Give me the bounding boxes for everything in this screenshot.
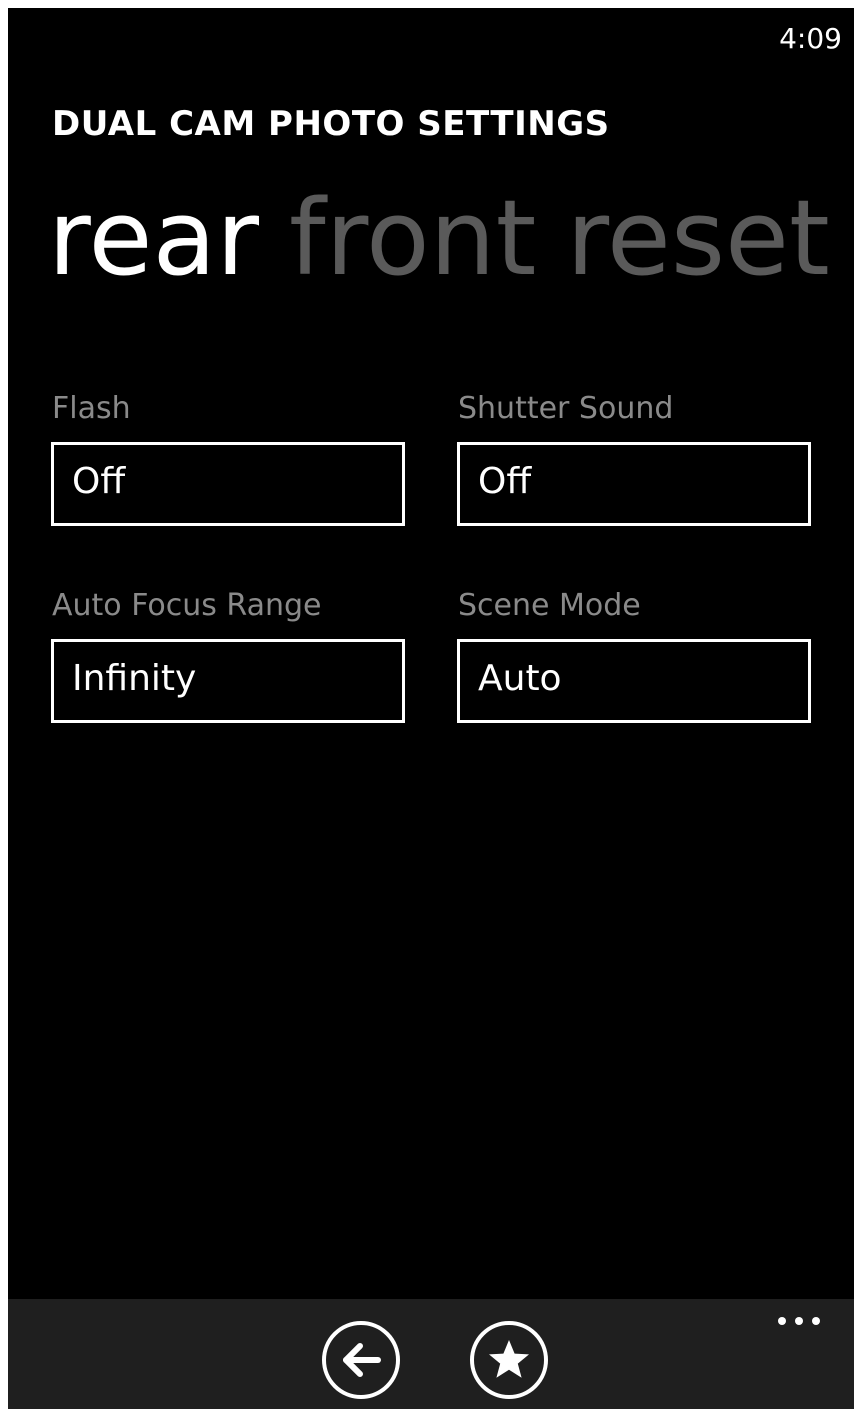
star-icon xyxy=(489,1340,529,1378)
scene-mode-value: Auto xyxy=(478,658,562,699)
phone-screen: 4:09 DUAL CAM PHOTO SETTINGS rear front re… xyxy=(8,8,854,1409)
shutter-sound-picker[interactable]: Off xyxy=(457,442,811,526)
favorite-button[interactable] xyxy=(470,1321,548,1399)
shutter-sound-label: Shutter Sound xyxy=(458,391,674,426)
flash-value: Off xyxy=(72,461,126,502)
scene-mode-label: Scene Mode xyxy=(458,588,641,623)
ellipsis-icon[interactable] xyxy=(774,1311,824,1331)
back-arrow-icon xyxy=(343,1343,381,1377)
pivot-item-front[interactable]: front xyxy=(289,168,536,308)
flash-label: Flash xyxy=(52,391,131,426)
pivot-item-rear[interactable]: rear xyxy=(48,168,259,308)
shutter-sound-value: Off xyxy=(478,461,532,502)
pivot-item-reset[interactable]: reset xyxy=(566,168,829,308)
app-title: DUAL CAM PHOTO SETTINGS xyxy=(52,104,610,144)
status-clock: 4:09 xyxy=(779,22,842,55)
auto-focus-range-value: Infinity xyxy=(72,658,197,699)
flash-picker[interactable]: Off xyxy=(51,442,405,526)
application-bar xyxy=(8,1299,854,1409)
pivot-header: rear front reset xyxy=(48,168,854,308)
scene-mode-picker[interactable]: Auto xyxy=(457,639,811,723)
auto-focus-range-label: Auto Focus Range xyxy=(52,588,322,623)
back-button[interactable] xyxy=(322,1321,400,1399)
auto-focus-range-picker[interactable]: Infinity xyxy=(51,639,405,723)
